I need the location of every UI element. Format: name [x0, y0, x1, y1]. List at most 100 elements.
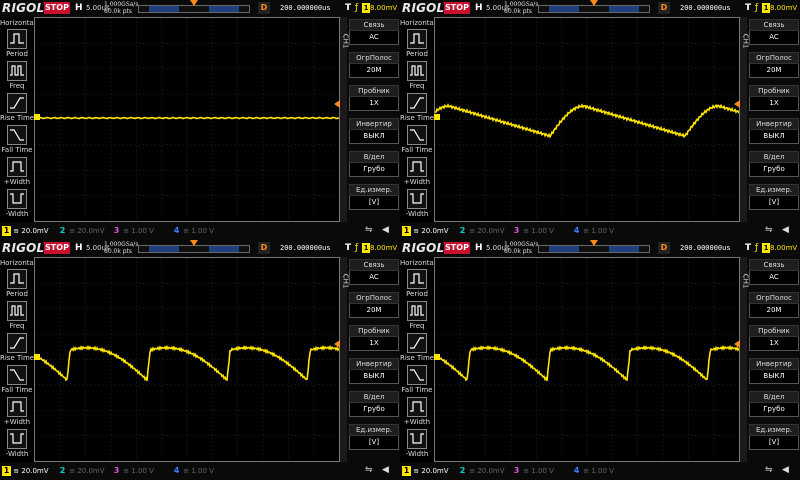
- channel-1-indicator[interactable]: 1 ≡ 20.0mV: [402, 226, 449, 236]
- menu-item-value[interactable]: AC: [349, 31, 399, 45]
- channel-menu-item[interactable]: Ед.измер. [V]: [349, 184, 399, 210]
- run-status-badge[interactable]: STOP: [444, 2, 470, 14]
- waveform-area[interactable]: [34, 257, 340, 462]
- channel-2-indicator[interactable]: 2 ≡ 20.0mV: [58, 466, 105, 476]
- channel-menu-item[interactable]: Инвертир ВЫКЛ: [349, 358, 399, 384]
- measure-item[interactable]: Period: [400, 269, 434, 298]
- ch1-offset-marker[interactable]: [34, 114, 40, 120]
- channel-3-indicator[interactable]: 3 ≡ 1.00 V: [512, 466, 554, 476]
- menu-item-value[interactable]: ВЫКЛ: [349, 130, 399, 144]
- channel-2-indicator[interactable]: 2 ≡ 20.0mV: [458, 226, 505, 236]
- menu-item-value[interactable]: 20M: [749, 304, 799, 318]
- channel-menu-item[interactable]: Пробник 1X: [749, 85, 799, 111]
- speaker-icon[interactable]: ◀: [382, 225, 389, 235]
- menu-item-value[interactable]: AC: [749, 271, 799, 285]
- trigger-position-marker[interactable]: [590, 0, 598, 6]
- trigger-position-marker[interactable]: [590, 240, 598, 246]
- menu-item-value[interactable]: 20M: [349, 64, 399, 78]
- measure-item[interactable]: Rise Time: [400, 333, 434, 362]
- channel-menu-item[interactable]: Связь AC: [349, 19, 399, 45]
- menu-item-value[interactable]: Грубо: [349, 163, 399, 177]
- measure-item[interactable]: Period: [0, 269, 34, 298]
- ch1-offset-marker[interactable]: [34, 354, 40, 360]
- trigger-position-marker[interactable]: [190, 0, 198, 6]
- channel-menu-item[interactable]: В/дел Грубо: [349, 151, 399, 177]
- channel-menu-item[interactable]: ОгрПолос 20M: [749, 52, 799, 78]
- menu-item-value[interactable]: 20M: [349, 304, 399, 318]
- measure-item[interactable]: -Width: [0, 189, 34, 218]
- measure-item[interactable]: Period: [400, 29, 434, 58]
- measure-item[interactable]: Rise Time: [0, 93, 34, 122]
- menu-item-value[interactable]: 20M: [749, 64, 799, 78]
- channel-menu-item[interactable]: Связь AC: [749, 259, 799, 285]
- channel-4-indicator[interactable]: 4 ≡ 1.00 V: [572, 226, 614, 236]
- channel-4-indicator[interactable]: 4 ≡ 1.00 V: [172, 226, 214, 236]
- ch1-offset-marker[interactable]: [434, 354, 440, 360]
- memory-position-bar[interactable]: [138, 245, 250, 253]
- channel-menu-item[interactable]: В/дел Грубо: [349, 391, 399, 417]
- measure-item[interactable]: Rise Time: [0, 333, 34, 362]
- trigger-source[interactable]: 1: [762, 3, 770, 13]
- menu-item-value[interactable]: [V]: [349, 436, 399, 450]
- menu-item-value[interactable]: ВЫКЛ: [749, 370, 799, 384]
- menu-item-value[interactable]: [V]: [349, 196, 399, 210]
- trigger-level[interactable]: 8.00mV: [370, 4, 397, 12]
- channel-menu-item[interactable]: Инвертир ВЫКЛ: [349, 118, 399, 144]
- menu-item-value[interactable]: [V]: [749, 436, 799, 450]
- menu-item-value[interactable]: ВЫКЛ: [349, 370, 399, 384]
- channel-menu-item[interactable]: Ед.измер. [V]: [749, 424, 799, 450]
- channel-menu-item[interactable]: ОгрПолос 20M: [349, 292, 399, 318]
- measure-item[interactable]: Fall Time: [0, 365, 34, 394]
- channel-menu-item[interactable]: Пробник 1X: [349, 325, 399, 351]
- menu-item-value[interactable]: 1X: [749, 337, 799, 351]
- channel-menu-item[interactable]: Инвертир ВЫКЛ: [749, 118, 799, 144]
- run-status-badge[interactable]: STOP: [444, 242, 470, 254]
- memory-position-bar[interactable]: [538, 5, 650, 13]
- channel-2-indicator[interactable]: 2 ≡ 20.0mV: [458, 466, 505, 476]
- channel-2-indicator[interactable]: 2 ≡ 20.0mV: [58, 226, 105, 236]
- trigger-level[interactable]: 8.00mV: [370, 244, 397, 252]
- measure-item[interactable]: Rise Time: [400, 93, 434, 122]
- horizontal-offset[interactable]: 200.000000us: [680, 4, 731, 12]
- trigger-source[interactable]: 1: [762, 243, 770, 253]
- menu-item-value[interactable]: 1X: [349, 337, 399, 351]
- channel-1-indicator[interactable]: 1 ≡ 20.0mV: [402, 466, 449, 476]
- measure-item[interactable]: Freq: [0, 301, 34, 330]
- measure-item[interactable]: Freq: [400, 61, 434, 90]
- waveform-area[interactable]: [434, 257, 740, 462]
- measure-item[interactable]: Fall Time: [0, 125, 34, 154]
- channel-menu-item[interactable]: В/дел Грубо: [749, 391, 799, 417]
- channel-1-indicator[interactable]: 1 ≡ 20.0mV: [2, 466, 49, 476]
- channel-menu-item[interactable]: Пробник 1X: [349, 85, 399, 111]
- measure-item[interactable]: Period: [0, 29, 34, 58]
- measure-item[interactable]: +Width: [400, 157, 434, 186]
- channel-3-indicator[interactable]: 3 ≡ 1.00 V: [112, 466, 154, 476]
- waveform-area[interactable]: [434, 17, 740, 222]
- menu-item-value[interactable]: [V]: [749, 196, 799, 210]
- trigger-position-marker[interactable]: [190, 240, 198, 246]
- run-status-badge[interactable]: STOP: [44, 2, 70, 14]
- measure-item[interactable]: +Width: [0, 157, 34, 186]
- channel-menu-item[interactable]: Ед.измер. [V]: [349, 424, 399, 450]
- channel-menu-item[interactable]: Ед.измер. [V]: [749, 184, 799, 210]
- measure-item[interactable]: Freq: [400, 301, 434, 330]
- speaker-icon[interactable]: ◀: [782, 465, 789, 475]
- menu-item-value[interactable]: Грубо: [349, 403, 399, 417]
- speaker-icon[interactable]: ◀: [382, 465, 389, 475]
- channel-menu-item[interactable]: В/дел Грубо: [749, 151, 799, 177]
- channel-menu-item[interactable]: ОгрПолос 20M: [749, 292, 799, 318]
- measure-item[interactable]: Fall Time: [400, 365, 434, 394]
- trigger-level[interactable]: 8.00mV: [770, 244, 797, 252]
- memory-position-bar[interactable]: [138, 5, 250, 13]
- memory-position-bar[interactable]: [538, 245, 650, 253]
- ch1-offset-marker[interactable]: [434, 114, 440, 120]
- horizontal-offset[interactable]: 200.000000us: [680, 244, 731, 252]
- channel-menu-item[interactable]: Инвертир ВЫКЛ: [749, 358, 799, 384]
- measure-item[interactable]: +Width: [400, 397, 434, 426]
- menu-item-value[interactable]: 1X: [349, 97, 399, 111]
- channel-4-indicator[interactable]: 4 ≡ 1.00 V: [572, 466, 614, 476]
- measure-item[interactable]: -Width: [400, 189, 434, 218]
- menu-item-value[interactable]: Грубо: [749, 403, 799, 417]
- measure-item[interactable]: +Width: [0, 397, 34, 426]
- menu-item-value[interactable]: AC: [349, 271, 399, 285]
